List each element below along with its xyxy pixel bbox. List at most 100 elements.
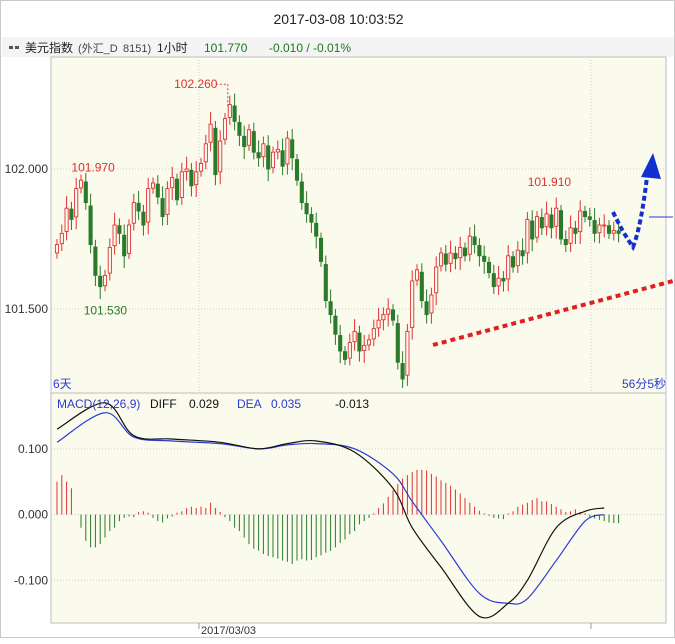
candle-body: [616, 230, 621, 234]
candle-body: [160, 198, 165, 218]
candle-body: [467, 235, 472, 255]
candle-body: [434, 266, 439, 294]
candle-body: [194, 171, 199, 186]
price-annotation: 101.970: [71, 160, 115, 174]
price-annotation: 102.260: [174, 77, 218, 91]
candle-body: [93, 246, 98, 276]
candle-body: [266, 145, 271, 170]
candle-body: [530, 220, 535, 240]
candle-body: [506, 255, 511, 280]
corner-label-left: 6天: [53, 377, 72, 391]
chart-window: 2017-03-08 10:03:52 美元指数 (外汇_D 8151) 1小时…: [0, 0, 675, 638]
macd-tick-label: -0.100: [14, 573, 48, 587]
candle-body: [309, 214, 314, 223]
candle-body: [232, 105, 237, 122]
macd-dea-label: DEA: [237, 397, 262, 411]
candle-body: [606, 225, 612, 234]
candle-body: [54, 244, 60, 254]
macd-hist-value: -0.013: [335, 397, 369, 411]
macd-diff-label: DIFF: [150, 397, 177, 411]
candle-body: [83, 181, 88, 204]
candle-body: [525, 218, 530, 254]
candle-body: [342, 351, 348, 360]
candle-body: [515, 249, 520, 267]
candle-body: [578, 210, 583, 233]
candle-body: [213, 127, 218, 176]
candle-body: [602, 224, 607, 227]
candle-body: [251, 131, 256, 153]
instrument-market: (外汇_D: [78, 42, 118, 55]
candle-body: [405, 330, 410, 376]
candle-body: [285, 137, 290, 165]
candle-body: [150, 182, 156, 189]
macd-title: MACD(12,26,9): [57, 397, 140, 411]
candle-body: [347, 342, 352, 359]
candle-body: [338, 335, 343, 352]
candle-body: [568, 227, 573, 244]
candle-body: [280, 150, 285, 167]
candle-body: [482, 255, 487, 262]
candle-body: [222, 118, 228, 140]
macd-tick-label: 0.000: [18, 508, 48, 522]
candle-body: [453, 252, 458, 260]
candle-body: [314, 222, 319, 237]
candle-body: [443, 253, 448, 265]
candle-body: [218, 140, 223, 173]
candle-body: [126, 224, 132, 254]
candle-body: [318, 237, 324, 262]
candle-body: [477, 245, 482, 257]
candle-body: [534, 216, 540, 238]
candle-body: [102, 274, 108, 287]
candle-body: [544, 213, 549, 228]
instrument-code: 8151): [123, 43, 151, 55]
candle-body: [448, 252, 453, 264]
candle-body: [189, 169, 194, 187]
candle-body: [563, 238, 568, 246]
candle-body: [520, 250, 525, 257]
candle-body: [117, 225, 122, 234]
candle-body: [419, 271, 424, 302]
macd-panel: [50, 392, 667, 624]
candle-body: [275, 148, 280, 153]
macd-tick-label: 0.100: [18, 442, 48, 456]
macd-diff-value: 0.029: [189, 397, 219, 411]
candle-body: [458, 246, 463, 259]
candle-body: [410, 280, 415, 328]
candle-body: [371, 328, 376, 340]
chart-svg: 美元指数 (外汇_D 8151) 1小时 101.770 -0.010 / -0…: [2, 37, 674, 637]
candle-body: [381, 314, 386, 321]
candle-body: [141, 211, 146, 226]
candle-body: [424, 301, 429, 316]
candle-body: [136, 202, 141, 212]
candle-body: [208, 123, 213, 143]
candle-body: [290, 139, 295, 159]
date-label: 2017/03/03: [201, 625, 256, 637]
candle-body: [462, 247, 468, 257]
candle-body: [592, 220, 597, 234]
candle-body: [299, 181, 304, 204]
candle-body: [256, 152, 261, 159]
header-price: 101.770: [204, 41, 248, 55]
candle-body: [237, 122, 242, 136]
candle-body: [203, 143, 208, 163]
candle-body: [98, 275, 103, 288]
candle-body: [376, 319, 381, 329]
corner-label-right: 56分5秒: [622, 377, 666, 391]
candle-body: [165, 188, 170, 215]
candle-body: [184, 168, 189, 173]
candle-body: [88, 205, 93, 246]
candle-body: [155, 183, 160, 198]
candle-body: [174, 178, 180, 201]
candle-body: [395, 323, 400, 363]
candle-body: [304, 203, 309, 215]
candle-body: [227, 104, 232, 118]
candle-body: [357, 332, 362, 352]
price-annotation: 101.530: [84, 304, 128, 318]
candle-body: [328, 301, 333, 316]
macd-dea-value: 0.035: [271, 397, 301, 411]
instrument-period: 1小时: [157, 41, 188, 55]
candle-body: [438, 252, 444, 267]
candle-body: [74, 188, 79, 218]
candle-body: [587, 216, 592, 220]
candle-body: [558, 210, 564, 240]
